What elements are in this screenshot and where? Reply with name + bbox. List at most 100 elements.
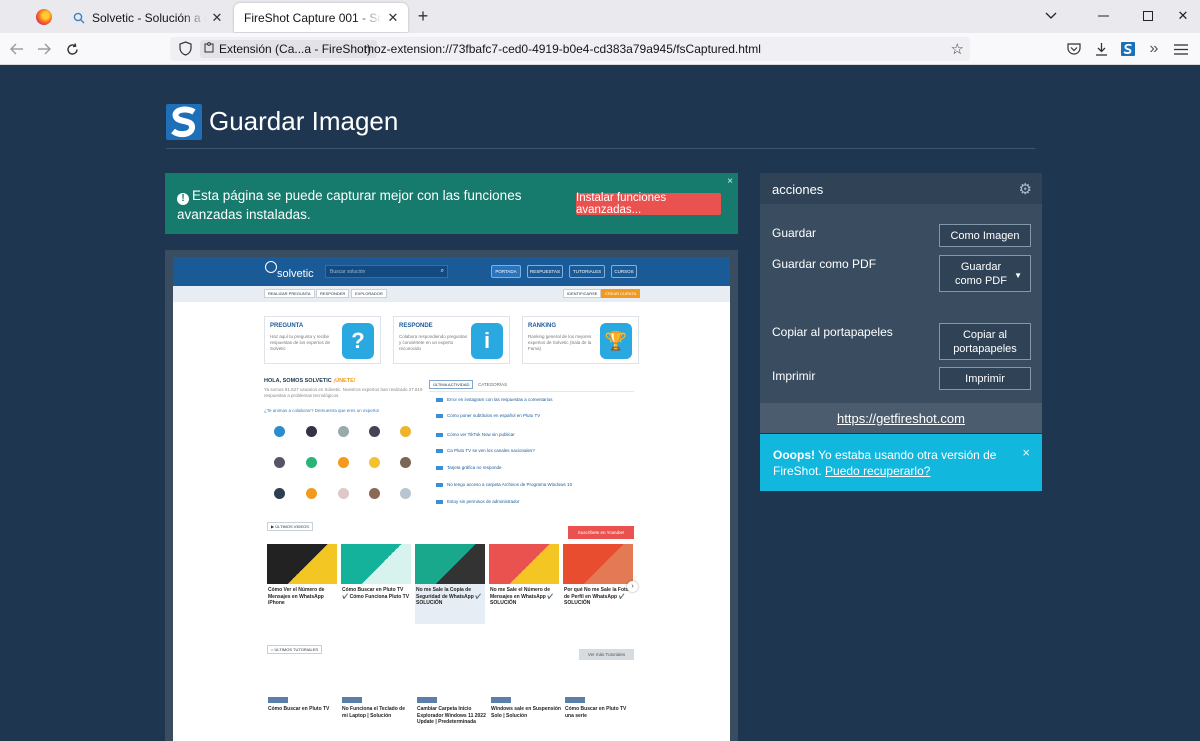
tutorial-caption: Windows sale en Suspensión Solo | Soluci… bbox=[491, 706, 561, 719]
fireshot-logo bbox=[166, 104, 202, 140]
video-thumb: Cómo Ver el Número de Mensajes en WhatsA… bbox=[267, 544, 337, 624]
tab-title: Solvetic - Solución a los problemas bbox=[92, 10, 206, 25]
alert-text: Esta página se puede capturar mejor con … bbox=[177, 188, 522, 222]
preview-videos-label: ▶ ÚLTIMOS VIDEOS bbox=[267, 522, 313, 531]
reload-icon[interactable] bbox=[63, 40, 81, 58]
preview-header: solvetic Buscar solución ⌕ PORTADA RESPU… bbox=[173, 257, 730, 286]
chevron-down-icon[interactable] bbox=[1040, 6, 1062, 26]
info-icon: i bbox=[471, 323, 503, 359]
actions-panel-title: acciones bbox=[772, 182, 824, 197]
avatar bbox=[400, 488, 411, 499]
preview-nav-respuestas: RESPUESTAS bbox=[527, 265, 563, 278]
preview-subnav-explore: EXPLORADOR bbox=[351, 289, 387, 298]
tutorial-caption: Cómo Buscar en Pluto TV bbox=[268, 706, 330, 712]
preview-card-pregunta: PREGUNTA Haz aquí tu pregunta y recibe r… bbox=[264, 316, 381, 364]
close-icon[interactable]: × bbox=[1022, 445, 1030, 461]
recover-link[interactable]: Puedo recuperarlo? bbox=[825, 464, 930, 478]
window-close-button[interactable]: ✕ bbox=[1172, 6, 1194, 26]
avatar bbox=[400, 426, 411, 437]
avatar bbox=[274, 426, 285, 437]
preview-tutorials-label-text: ÚLTIMOS TUTORIALES bbox=[274, 647, 319, 652]
print-button[interactable]: Imprimir bbox=[939, 367, 1031, 390]
preview-card-title: PREGUNTA bbox=[270, 323, 304, 329]
tutorial-caption: Cómo Buscar en Pluto TV una serie bbox=[565, 706, 627, 719]
preview-subscribe-button: Suscríbete en Youtube! bbox=[568, 526, 634, 539]
preview-welcome-text: HOLA, SOMOS SOLVETIC bbox=[264, 378, 332, 384]
tab-solvetic[interactable]: Solvetic - Solución a los problemas ✕ bbox=[62, 3, 232, 32]
extension-identity-chip[interactable]: Extensión (Ca...a - FireShot) bbox=[200, 40, 378, 58]
tutorial-item: Cambiar Carpeta Inicio Explorador Window… bbox=[417, 697, 487, 726]
extension-identity-label: Extensión (Ca...a - FireShot) bbox=[219, 42, 372, 56]
preview-join: ¡ÚNETE! bbox=[333, 378, 356, 384]
copy-clipboard-label: Copiar al portapapeles bbox=[772, 325, 893, 339]
avatar bbox=[369, 457, 380, 468]
shield-icon[interactable] bbox=[179, 41, 192, 59]
overflow-chevrons-icon[interactable]: » bbox=[1145, 40, 1163, 58]
title-divider bbox=[166, 148, 1035, 149]
preview-card-title: RANKING bbox=[528, 323, 556, 329]
getfireshot-link[interactable]: https://getfireshot.com bbox=[837, 411, 965, 426]
capture-preview[interactable]: solvetic Buscar solución ⌕ PORTADA RESPU… bbox=[173, 257, 730, 741]
video-caption: Cómo Buscar en Pluto TV ✔️ Cómo Funciona… bbox=[342, 587, 410, 600]
address-bar[interactable]: Extensión (Ca...a - FireShot) moz-extens… bbox=[170, 37, 970, 61]
maximize-button[interactable] bbox=[1137, 6, 1159, 26]
avatar bbox=[338, 488, 349, 499]
menu-icon[interactable] bbox=[1172, 40, 1190, 58]
video-caption: No me Sale la Copia de Seguridad de What… bbox=[416, 587, 482, 606]
bulb-icon bbox=[265, 261, 277, 273]
tutorial-tag bbox=[491, 697, 511, 703]
close-icon[interactable]: × bbox=[727, 176, 733, 187]
preview-card-title: RESPONDE bbox=[399, 323, 433, 329]
forward-arrow-icon[interactable] bbox=[35, 40, 53, 58]
preview-collab-link: ¿Te animas a colaborar? Demuestra que er… bbox=[264, 408, 380, 413]
preview-more-tutorials: Ver más Tutoriales bbox=[579, 649, 634, 660]
preview-subnav-login: IDENTIFICARSE bbox=[563, 289, 602, 298]
save-as-pdf-button-label: Guardar como PDF bbox=[955, 260, 1007, 287]
avatar bbox=[306, 457, 317, 468]
preview-nav-portada: PORTADA bbox=[491, 265, 521, 278]
preview-card-text: Colabora respondiendo preguntas y convié… bbox=[399, 334, 468, 351]
version-notice-message: Ooops! Yo estaba usando otra versión de … bbox=[773, 447, 1013, 479]
star-icon[interactable]: ☆ bbox=[951, 40, 964, 58]
preview-videos-label-text: ÚLTIMOS VIDEOS bbox=[275, 524, 309, 529]
preview-tab-categories: CATEGORÍAS bbox=[478, 382, 508, 387]
close-icon[interactable]: ✕ bbox=[208, 9, 226, 27]
caret-down-icon: ▼ bbox=[1014, 271, 1022, 280]
preview-card-text: Ranking general de los mejores expertos … bbox=[528, 334, 592, 351]
avatar bbox=[400, 457, 411, 468]
back-arrow-icon[interactable] bbox=[8, 40, 26, 58]
save-as-image-button[interactable]: Como Imagen bbox=[939, 224, 1031, 247]
activity-item: Cómo poner subtítulos en español en Plut… bbox=[436, 413, 540, 418]
avatar bbox=[306, 488, 317, 499]
activity-item: Estoy sin permisos de administrador bbox=[436, 499, 520, 504]
save-as-pdf-button[interactable]: Guardar como PDF ▼ bbox=[939, 255, 1031, 292]
activity-item: No tengo acceso a carpeta Archivos de Pr… bbox=[436, 482, 572, 487]
preview-subnav-signup: CREAR CUENTA bbox=[601, 289, 641, 298]
minimize-button[interactable] bbox=[1092, 6, 1114, 26]
download-icon[interactable] bbox=[1092, 40, 1110, 58]
firefox-icon[interactable] bbox=[36, 9, 52, 25]
url-text[interactable]: moz-extension://73fbafc7-ced0-4919-b0e4-… bbox=[364, 42, 761, 56]
version-notice-strong: Ooops! bbox=[773, 448, 815, 462]
video-caption: No me Sale el Número de Mensajes en What… bbox=[490, 587, 554, 606]
pocket-icon[interactable] bbox=[1065, 40, 1083, 58]
tab-fireshot-capture[interactable]: FireShot Capture 001 - Solvetic - Soluci… bbox=[234, 3, 408, 32]
browser-navigation-bar: Extensión (Ca...a - FireShot) moz-extens… bbox=[0, 33, 1200, 65]
page-title: Guardar Imagen bbox=[209, 106, 399, 136]
preview-subnav-answer: RESPONDER bbox=[316, 289, 350, 298]
print-label: Imprimir bbox=[772, 369, 816, 383]
video-thumb: Por qué No me Sale la Foto de Perfil en … bbox=[563, 544, 633, 624]
gear-icon[interactable]: ⚙ bbox=[1019, 180, 1032, 198]
search-icon bbox=[72, 11, 86, 25]
copy-to-clipboard-button[interactable]: Copiar al portapapeles bbox=[939, 323, 1031, 360]
trophy-icon: 🏆 bbox=[600, 323, 632, 359]
close-icon[interactable]: ✕ bbox=[384, 9, 402, 27]
save-pdf-label: Guardar como PDF bbox=[772, 257, 877, 271]
fireshot-extension-icon[interactable] bbox=[1119, 40, 1137, 58]
tutorial-caption: No Funciona el Teclado de mi Laptop | So… bbox=[342, 706, 405, 719]
divider bbox=[429, 391, 634, 392]
avatar bbox=[306, 426, 317, 437]
install-advanced-features-button[interactable]: Instalar funciones avanzadas... bbox=[576, 192, 721, 216]
actions-panel-header: acciones ⚙ bbox=[760, 173, 1042, 204]
new-tab-button[interactable]: + bbox=[414, 7, 432, 26]
